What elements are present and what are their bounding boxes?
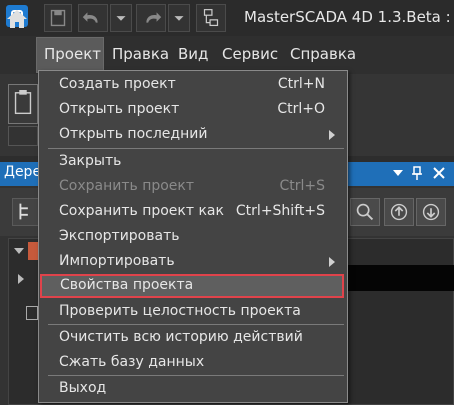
redo-button[interactable]	[136, 4, 166, 32]
panel-title: Дере	[4, 164, 42, 180]
menu-edit[interactable]: Правка	[112, 45, 169, 63]
home-icon[interactable]	[6, 8, 28, 30]
undo-icon	[82, 12, 98, 23]
move-up-button[interactable]	[384, 198, 414, 226]
submenu-arrow-icon	[329, 257, 335, 267]
menu-item-label: Свойства проекта	[60, 277, 194, 293]
arrow-down-circle-icon	[422, 203, 440, 221]
navigate-icon	[203, 9, 219, 27]
menu-item-label: Очистить всю историю действий	[59, 329, 303, 345]
menu-item-label: Открыть проект	[59, 101, 180, 117]
move-down-button[interactable]	[416, 198, 446, 226]
menu-item-shortcut: Ctrl+N	[277, 76, 325, 92]
save-button[interactable]	[44, 4, 72, 32]
menu-project[interactable]: Проект	[44, 45, 101, 63]
arrow-up-circle-icon	[390, 203, 408, 221]
menu-item-export[interactable]: Экспортировать	[39, 225, 347, 249]
collapse-arrow-icon[interactable]	[18, 274, 24, 284]
menu-item-label: Сохранить проект	[59, 178, 195, 194]
navigate-button[interactable]	[196, 4, 226, 32]
menu-item-label: Импортировать	[59, 253, 175, 269]
menu-item-label: Создать проект	[59, 76, 176, 92]
paste-button[interactable]	[8, 84, 38, 124]
menu-item-label: Сжать базу данных	[59, 354, 205, 370]
menu-separator	[48, 148, 344, 149]
menu-service[interactable]: Сервис	[222, 45, 278, 63]
undo-button[interactable]	[78, 4, 108, 32]
menu-item-save-project-as[interactable]: Сохранить проект как Ctrl+Shift+S	[39, 200, 347, 224]
menu-item-exit[interactable]: Выход	[39, 377, 347, 401]
menu-item-close[interactable]: Закрыть	[39, 150, 347, 174]
redo-icon	[146, 12, 162, 23]
menu-view[interactable]: Вид	[178, 45, 208, 63]
menu-item-label: Проверить целостность проекта	[59, 303, 301, 319]
expand-arrow-icon[interactable]	[14, 248, 24, 254]
menu-item-project-properties[interactable]: Свойства проекта	[40, 274, 344, 298]
menu-item-label: Выход	[59, 380, 107, 396]
window-title: MasterSCADA 4D 1.3.Beta : По	[244, 8, 454, 26]
menu-item-save-project[interactable]: Сохранить проект Ctrl+S	[39, 175, 347, 199]
menu-item-open-project[interactable]: Открыть проект Ctrl+O	[39, 98, 347, 122]
tree-structure-icon	[19, 203, 28, 220]
tree-node-icon	[26, 306, 38, 320]
menu-item-shortcut: Ctrl+S	[279, 178, 325, 194]
menu-item-label: Закрыть	[59, 153, 122, 169]
pin-icon[interactable]	[410, 165, 424, 181]
redo-dropdown-button[interactable]	[168, 4, 190, 32]
tree-tool-button[interactable]	[12, 198, 40, 226]
menu-item-import[interactable]: Импортировать	[39, 250, 347, 274]
menu-separator	[48, 375, 344, 376]
menu-item-clear-history[interactable]: Очистить всю историю действий	[39, 326, 347, 350]
close-icon[interactable]	[432, 165, 446, 181]
menu-item-label: Экспортировать	[59, 228, 180, 244]
menu-item-label: Открыть последний	[59, 126, 208, 142]
submenu-arrow-icon	[329, 130, 335, 140]
undo-dropdown-button[interactable]	[110, 4, 132, 32]
chevron-down-icon	[116, 16, 126, 21]
panel-menu-icon[interactable]	[392, 168, 404, 178]
menu-help[interactable]: Справка	[290, 45, 356, 63]
menu-separator	[48, 324, 344, 325]
menu-item-compact-database[interactable]: Сжать базу данных	[39, 351, 347, 375]
menu-item-open-recent[interactable]: Открыть последний	[39, 123, 347, 147]
menu-item-shortcut: Ctrl+Shift+S	[235, 203, 325, 219]
menu-item-check-integrity[interactable]: Проверить целостность проекта	[39, 300, 347, 324]
menu-item-label: Сохранить проект как	[59, 203, 224, 219]
search-icon	[356, 203, 374, 221]
clipboard-icon	[14, 90, 32, 115]
save-icon	[50, 9, 66, 27]
chevron-down-icon	[174, 16, 184, 21]
paste-dropdown-button[interactable]	[8, 126, 38, 146]
menu-item-create-project[interactable]: Создать проект Ctrl+N	[39, 73, 347, 97]
menu-item-shortcut: Ctrl+O	[277, 101, 325, 117]
search-button[interactable]	[350, 198, 380, 226]
